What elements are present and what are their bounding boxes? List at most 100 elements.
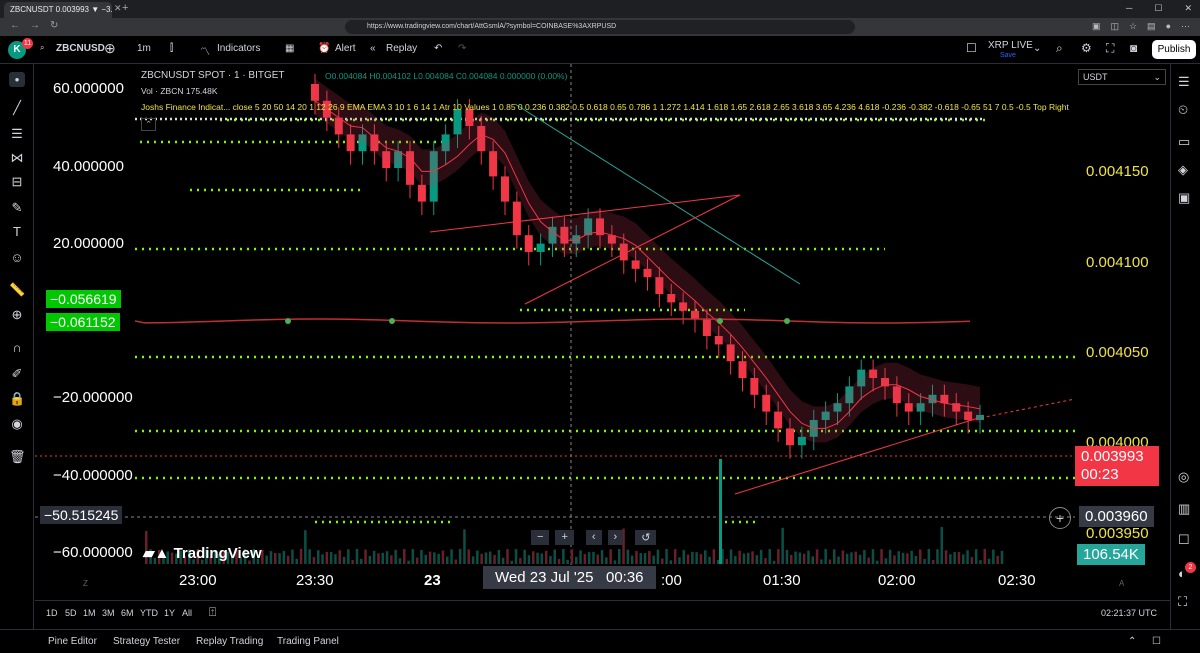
news-icon[interactable]: ▥ xyxy=(1178,501,1190,517)
currency-select[interactable]: USDT ⌄ xyxy=(1078,69,1166,85)
reload-icon[interactable]: ↻ xyxy=(50,20,58,31)
range-3m[interactable]: 3M xyxy=(102,608,115,618)
zoom-plus-icon[interactable]: + xyxy=(555,530,574,545)
forward-icon[interactable]: → xyxy=(30,20,40,31)
volume-bar xyxy=(923,558,926,564)
extensions-icon[interactable]: ▣ xyxy=(1092,21,1101,32)
undo-icon[interactable]: ↶ xyxy=(434,43,442,54)
pattern-icon[interactable]: ⋈ xyxy=(9,150,25,166)
chat-icon[interactable]: ▭ xyxy=(1178,134,1190,150)
calendar-icon[interactable]: ▣ xyxy=(1178,190,1190,206)
close-window-icon[interactable]: ✕ xyxy=(1184,3,1192,14)
scroll-right-icon[interactable]: › xyxy=(607,530,624,545)
utc-clock[interactable]: 02:21:37 UTC xyxy=(1101,608,1157,618)
layers-icon[interactable]: ◈ xyxy=(1178,162,1188,178)
layout-checkbox-icon[interactable]: ☐ xyxy=(966,41,977,55)
legend-symbol-title[interactable]: ZBCNUSDT SPOT · 1 · BITGET xyxy=(141,70,285,81)
profile-icon[interactable]: ● xyxy=(1166,21,1171,32)
alert-button[interactable]: Alert xyxy=(335,43,356,54)
tab-trading-panel[interactable]: Trading Panel xyxy=(277,636,339,647)
lock-icon[interactable]: 🔒 xyxy=(9,391,25,407)
watchlist-icon[interactable]: ☰ xyxy=(1178,74,1190,90)
eye-icon[interactable]: ◉ xyxy=(9,416,25,432)
text-icon[interactable]: T xyxy=(9,224,25,239)
indicators-icon[interactable]: 〽 xyxy=(200,43,210,58)
minimize-icon[interactable]: ─ xyxy=(1126,3,1132,14)
range-6m[interactable]: 6M xyxy=(121,608,134,618)
layout-name[interactable]: XRP LIVE xyxy=(988,40,1033,51)
collections-icon[interactable]: ▤ xyxy=(1147,21,1156,32)
interval-button[interactable]: 1m xyxy=(137,43,151,54)
volume-bar xyxy=(669,560,673,564)
fullscreen-icon[interactable]: ⛶ xyxy=(1178,594,1187,610)
maximize-panel-icon[interactable]: ☐ xyxy=(1152,636,1161,647)
zoom-in-icon[interactable]: ⊕ xyxy=(9,307,25,323)
back-icon[interactable]: ← xyxy=(10,20,20,31)
indicators-button[interactable]: Indicators xyxy=(217,43,260,54)
layout-chevron-down-icon[interactable]: ⌄ xyxy=(1033,43,1041,54)
prediction-icon[interactable]: ⊟ xyxy=(9,174,25,190)
redo-icon[interactable]: ↷ xyxy=(458,43,466,54)
tab-pine-editor[interactable]: Pine Editor xyxy=(48,636,97,647)
volume-bar xyxy=(441,550,445,564)
browser-tab[interactable]: ZBCNUSDT 0.003993 ▼ −3.55% ... xyxy=(4,2,112,18)
volume-bar xyxy=(433,552,436,564)
trash-icon[interactable]: 🗑 xyxy=(9,449,26,465)
legend-collapse-icon[interactable]: ⌃ xyxy=(141,118,157,131)
range-ytd[interactable]: YTD xyxy=(140,608,158,618)
quick-search-icon[interactable]: ⌕ xyxy=(1056,41,1063,56)
trend-line-icon[interactable]: ╱ xyxy=(9,100,25,116)
collapse-panel-icon[interactable]: ⌃ xyxy=(1128,636,1136,647)
url-field[interactable]: https://www.tradingview.com/chart/AttGsm… xyxy=(345,20,855,34)
settings-gear-icon[interactable]: ⚙ xyxy=(1081,41,1092,55)
time-axis-label: 23 xyxy=(424,572,441,589)
range-1d[interactable]: 1D xyxy=(46,608,58,618)
fib-retracement-icon[interactable]: ☰ xyxy=(9,126,25,142)
new-tab-icon[interactable]: + xyxy=(122,2,128,14)
date-range-icon[interactable]: ⍐ xyxy=(209,605,216,620)
legend-volume[interactable]: Vol · ZBCN 175.48K xyxy=(141,86,218,96)
tab-close-icon[interactable]: ✕ xyxy=(114,3,122,14)
notifications-icon[interactable]: ☐ xyxy=(1178,532,1190,548)
ideas-icon[interactable]: ◎ xyxy=(1178,469,1189,485)
scroll-left-icon[interactable]: ‹ xyxy=(585,530,602,545)
layouts-icon[interactable]: ▦ xyxy=(285,43,294,54)
tab-replay-trading[interactable]: Replay Trading xyxy=(196,636,263,647)
chart-type-icon[interactable]: ⫿ xyxy=(170,43,173,54)
volume-bar xyxy=(815,549,819,564)
publish-button[interactable]: Publish xyxy=(1152,40,1196,59)
more-icon[interactable]: ⋯ xyxy=(1181,21,1190,32)
brush-icon[interactable]: ✎ xyxy=(9,200,25,216)
range-5d[interactable]: 5D xyxy=(65,608,77,618)
left-axis-label: 60.000000 xyxy=(53,80,124,97)
symbol-search[interactable]: ZBCNUSD xyxy=(56,43,105,54)
zoom-out-icon[interactable]: − xyxy=(531,530,550,545)
compare-add-icon[interactable]: ⊕ xyxy=(104,40,116,57)
reset-chart-icon[interactable]: ↺ xyxy=(635,530,657,545)
magnet-icon[interactable]: ∩ xyxy=(9,340,25,355)
lock-drawing-icon[interactable]: ✐ xyxy=(9,366,25,382)
split-icon[interactable]: ◫ xyxy=(1110,21,1119,32)
cursor-icon[interactable]: • xyxy=(9,72,25,87)
camera-icon[interactable]: ◙ xyxy=(1130,41,1137,55)
replay-icon[interactable]: « xyxy=(370,43,376,54)
alerts-clock-icon[interactable]: ⏲ xyxy=(1178,102,1188,118)
replay-button[interactable]: Replay xyxy=(386,43,417,54)
favorites-icon[interactable]: ☆ xyxy=(1129,21,1137,32)
tab-strategy-tester[interactable]: Strategy Tester xyxy=(113,636,180,647)
emoji-icon[interactable]: ☺ xyxy=(9,250,25,265)
chart-canvas[interactable] xyxy=(35,64,1170,600)
auto-scale-icon[interactable]: A xyxy=(1119,579,1124,588)
volume-bar xyxy=(398,558,402,564)
range-all[interactable]: All xyxy=(182,608,192,618)
fullscreen-icon[interactable]: ⛶ xyxy=(1106,41,1114,56)
chart-pane[interactable]: ZBCNUSDT SPOT · 1 · BITGET O0.004084 H0.… xyxy=(35,64,1170,600)
range-1m[interactable]: 1M xyxy=(83,608,96,618)
maximize-icon[interactable]: ☐ xyxy=(1154,3,1162,14)
legend-indicator[interactable]: Joshs Finance Indicat... close 5 20 50 1… xyxy=(141,102,1069,112)
ruler-icon[interactable]: 📏 xyxy=(9,282,25,298)
alert-icon[interactable]: ⏰ xyxy=(318,43,330,54)
time-axis-label: 23:30 xyxy=(296,572,334,589)
range-1y[interactable]: 1Y xyxy=(164,608,175,618)
add-alert-plus-icon[interactable]: + xyxy=(1049,507,1071,529)
